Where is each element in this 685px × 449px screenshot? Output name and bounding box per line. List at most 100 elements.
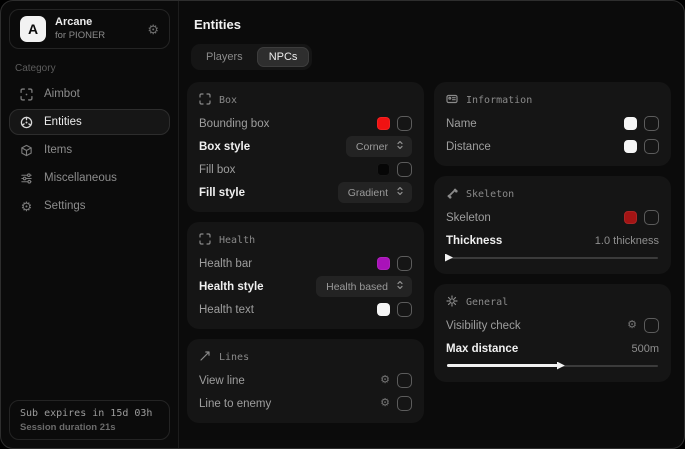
entities-icon [19, 116, 34, 129]
color-swatch[interactable] [624, 211, 637, 224]
setting-row-skeleton: Skeleton [446, 206, 659, 229]
color-swatch[interactable] [377, 117, 390, 130]
setting-row-fill-box: Fill box [199, 158, 412, 181]
setting-row-line-to-enemy: Line to enemy ⚙ [199, 392, 412, 415]
distance-checkbox[interactable] [644, 139, 659, 154]
name-checkbox[interactable] [644, 116, 659, 131]
id-badge-icon [446, 93, 458, 108]
slider-thumb[interactable] [557, 362, 565, 370]
health-bar-checkbox[interactable] [397, 256, 412, 271]
sidebar-item-label: Entities [44, 116, 82, 128]
card-information: Information Name Distance [434, 82, 671, 166]
slider-fill [447, 364, 559, 367]
sidebar-item-label: Miscellaneous [44, 172, 117, 184]
slider-track [447, 257, 658, 259]
line-to-enemy-checkbox[interactable] [397, 396, 412, 411]
sidebar-item-entities[interactable]: Entities [9, 109, 170, 135]
subscription-info: Sub expires in 15d 03h Session duration … [9, 400, 170, 440]
sidebar-item-label: Items [44, 144, 72, 156]
setting-row-box-style: Box style Corner [199, 135, 412, 158]
category-label: Category [15, 63, 164, 74]
card-skeleton: Skeleton Skeleton Thickness 1.0 thicknes… [434, 176, 671, 274]
color-swatch[interactable] [377, 303, 390, 316]
gear-icon[interactable]: ⚙ [380, 398, 390, 409]
slider-thumb[interactable] [445, 254, 453, 262]
sidebar-item-items[interactable]: Items [9, 137, 170, 163]
sliders-icon [19, 172, 34, 185]
sidebar-item-aimbot[interactable]: Aimbot [9, 81, 170, 107]
expand-icon [395, 140, 405, 153]
sidebar-nav: Aimbot Entities Items Miscellaneous [1, 80, 178, 220]
thickness-value: 1.0 thickness [595, 235, 659, 247]
skeleton-checkbox[interactable] [644, 210, 659, 225]
gear-icon[interactable]: ⚙ [380, 375, 390, 386]
card-health: Health Health bar Health style Health ba… [187, 222, 424, 329]
diagonal-line-icon [199, 350, 211, 365]
app-window: A Arcane for PIONER ⚙ Category Aimbot En… [0, 0, 685, 449]
health-style-dropdown[interactable]: Health based [316, 276, 412, 297]
setting-row-bounding-box: Bounding box [199, 112, 412, 135]
card-title: General [466, 297, 508, 308]
gear-icon[interactable]: ⚙ [147, 23, 159, 36]
fill-box-checkbox[interactable] [397, 162, 412, 177]
sidebar-item-settings[interactable]: ⚙ Settings [9, 193, 170, 219]
setting-row-thickness: Thickness 1.0 thickness [446, 229, 659, 252]
sidebar-item-miscellaneous[interactable]: Miscellaneous [9, 165, 170, 191]
fill-style-dropdown[interactable]: Gradient [338, 182, 412, 203]
color-swatch[interactable] [624, 140, 637, 153]
gear-icon: ⚙ [19, 200, 34, 213]
app-subtitle: for PIONER [55, 30, 105, 42]
scan-icon [19, 88, 34, 101]
corners-icon [199, 93, 211, 108]
setting-row-view-line: View line ⚙ [199, 369, 412, 392]
app-name: Arcane [55, 16, 105, 30]
main-panel: Entities Players NPCs Box Bounding box [179, 1, 684, 448]
session-duration-text: Session duration 21s [20, 422, 159, 433]
package-icon [19, 144, 34, 157]
page-title: Entities [194, 17, 671, 32]
sun-icon [446, 295, 458, 310]
bone-icon [446, 187, 458, 202]
setting-row-health-text: Health text [199, 298, 412, 321]
bounding-box-checkbox[interactable] [397, 116, 412, 131]
view-line-checkbox[interactable] [397, 373, 412, 388]
card-lines: Lines View line ⚙ Line to enemy ⚙ [187, 339, 424, 423]
card-title: Skeleton [466, 189, 514, 200]
thickness-slider[interactable] [447, 252, 658, 263]
color-swatch[interactable] [377, 163, 390, 176]
setting-row-health-bar: Health bar [199, 252, 412, 275]
setting-row-name: Name [446, 112, 659, 135]
sidebar: A Arcane for PIONER ⚙ Category Aimbot En… [1, 1, 179, 448]
setting-row-visibility-check: Visibility check ⚙ [446, 314, 659, 337]
card-box: Box Bounding box Box style Corner [187, 82, 424, 212]
color-swatch[interactable] [624, 117, 637, 130]
app-names: Arcane for PIONER [55, 16, 105, 42]
box-style-dropdown[interactable]: Corner [346, 136, 412, 157]
sidebar-item-label: Settings [44, 200, 86, 212]
color-swatch[interactable] [377, 257, 390, 270]
tab-npcs[interactable]: NPCs [257, 47, 310, 67]
setting-row-fill-style: Fill style Gradient [199, 181, 412, 204]
card-general: General Visibility check ⚙ Max distance … [434, 284, 671, 382]
tab-players[interactable]: Players [194, 47, 255, 67]
card-title: Information [466, 95, 532, 106]
gear-icon[interactable]: ⚙ [627, 320, 637, 331]
entity-tabs: Players NPCs [191, 44, 312, 70]
corners-icon [199, 233, 211, 248]
setting-row-distance: Distance [446, 135, 659, 158]
expand-icon [395, 186, 405, 199]
setting-row-health-style: Health style Health based [199, 275, 412, 298]
card-title: Box [219, 95, 237, 106]
sub-expires-text: Sub expires in 15d 03h [20, 408, 159, 419]
visibility-check-checkbox[interactable] [644, 318, 659, 333]
app-logo: A [20, 16, 46, 42]
expand-icon [395, 280, 405, 293]
app-header: A Arcane for PIONER ⚙ [9, 9, 170, 49]
setting-row-max-distance: Max distance 500m [446, 337, 659, 360]
card-title: Lines [219, 352, 249, 363]
health-text-checkbox[interactable] [397, 302, 412, 317]
card-title: Health [219, 235, 255, 246]
max-distance-value: 500m [631, 343, 659, 355]
max-distance-slider[interactable] [447, 360, 658, 371]
sidebar-item-label: Aimbot [44, 88, 80, 100]
